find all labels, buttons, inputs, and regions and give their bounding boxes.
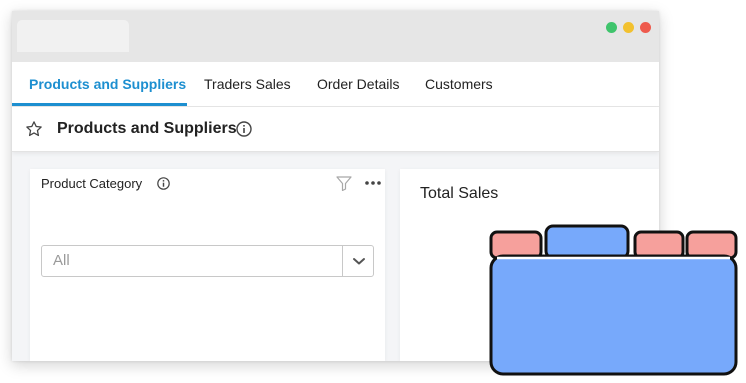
- dashboard-tabs-illustration: [489, 224, 738, 376]
- star-icon[interactable]: [25, 120, 43, 138]
- total-sales-title: Total Sales: [420, 185, 499, 202]
- active-tab-indicator: [12, 103, 187, 106]
- browser-tab[interactable]: [17, 20, 129, 52]
- dashboard-tab-bar: Products and Suppliers Traders Sales Ord…: [12, 62, 659, 107]
- minimize-window-button[interactable]: [623, 22, 634, 33]
- info-icon[interactable]: [236, 121, 252, 137]
- page-title: Products and Suppliers: [57, 120, 237, 137]
- tab-order-details[interactable]: Order Details: [317, 62, 399, 106]
- product-category-select[interactable]: All: [41, 245, 374, 277]
- select-value: All: [53, 252, 70, 269]
- tab-products-and-suppliers[interactable]: Products and Suppliers: [29, 62, 186, 106]
- tab-traders-sales[interactable]: Traders Sales: [204, 62, 291, 106]
- product-category-card: Product Category All: [30, 169, 385, 361]
- chevron-down-icon[interactable]: [351, 254, 367, 268]
- filter-icon[interactable]: [336, 176, 352, 191]
- more-icon[interactable]: [364, 177, 382, 189]
- product-category-title: Product Category: [41, 176, 143, 191]
- select-divider: [342, 246, 343, 276]
- window-titlebar: [12, 11, 659, 62]
- page-header: Products and Suppliers: [12, 107, 659, 152]
- close-window-button[interactable]: [640, 22, 651, 33]
- info-icon[interactable]: [157, 177, 170, 190]
- tab-customers[interactable]: Customers: [425, 62, 493, 106]
- maximize-window-button[interactable]: [606, 22, 617, 33]
